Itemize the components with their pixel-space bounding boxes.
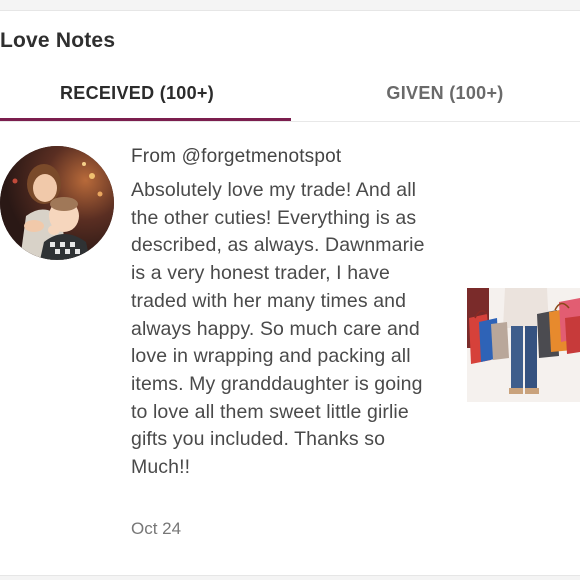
top-divider: [0, 0, 580, 11]
avatar-photo: [0, 146, 114, 260]
avatar[interactable]: [0, 146, 114, 260]
note-text: Absolutely love my trade! And all the ot…: [131, 179, 425, 479]
section-title: Love Notes: [0, 29, 116, 52]
bottom-divider: [0, 575, 580, 580]
tab-bar: RECEIVED (100+) GIVEN (100+): [0, 70, 580, 122]
listing-thumbnail[interactable]: [467, 288, 580, 402]
love-notes-page: Love Notes RECEIVED (100+) GIVEN (100+): [0, 0, 580, 580]
note-date: Oct 24: [131, 519, 182, 538]
shopping-bags-photo: [467, 288, 580, 402]
love-note-item: From @forgetmenotspot Absolutely love my…: [0, 122, 580, 574]
tab-received[interactable]: RECEIVED (100+): [0, 70, 282, 121]
active-tab-indicator: [0, 118, 291, 121]
tab-given[interactable]: GIVEN (100+): [300, 70, 580, 121]
note-author[interactable]: From @forgetmenotspot: [131, 146, 341, 168]
